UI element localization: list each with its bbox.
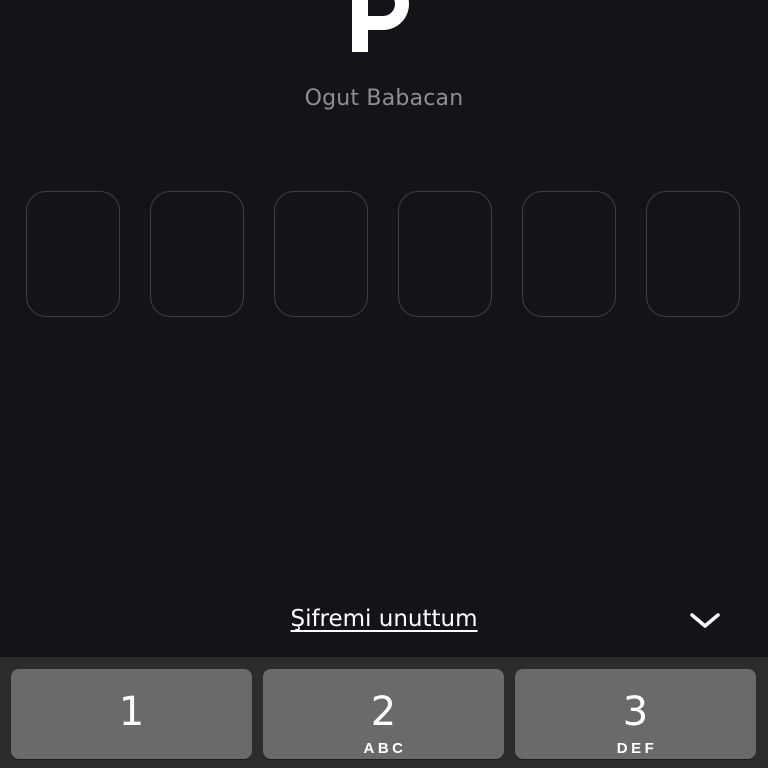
key-1[interactable]: 1 (11, 669, 252, 759)
pin-box[interactable] (522, 191, 616, 317)
key-digit: 3 (622, 689, 649, 735)
papara-p-logo-icon (352, 0, 409, 52)
key-digit: 2 (370, 689, 397, 735)
dismiss-keyboard-button[interactable] (684, 602, 726, 638)
numeric-keyboard: 1 2 ABC 3 DEF (0, 657, 768, 768)
chevron-down-icon (690, 613, 720, 628)
pin-input-group[interactable] (26, 191, 742, 319)
key-2[interactable]: 2 ABC (263, 669, 504, 759)
forgot-password-link[interactable]: Şifremi unuttum (0, 606, 768, 632)
key-3[interactable]: 3 DEF (515, 669, 756, 759)
key-digit: 1 (118, 689, 145, 735)
key-letters: DEF (616, 740, 658, 757)
pin-box[interactable] (150, 191, 244, 317)
key-letters: ABC (363, 740, 407, 757)
pin-box[interactable] (26, 191, 120, 317)
pin-box[interactable] (274, 191, 368, 317)
logo-icon (350, 0, 418, 52)
pin-box[interactable] (398, 191, 492, 317)
pin-box[interactable] (646, 191, 740, 317)
user-name: Ogut Babacan (304, 86, 464, 111)
